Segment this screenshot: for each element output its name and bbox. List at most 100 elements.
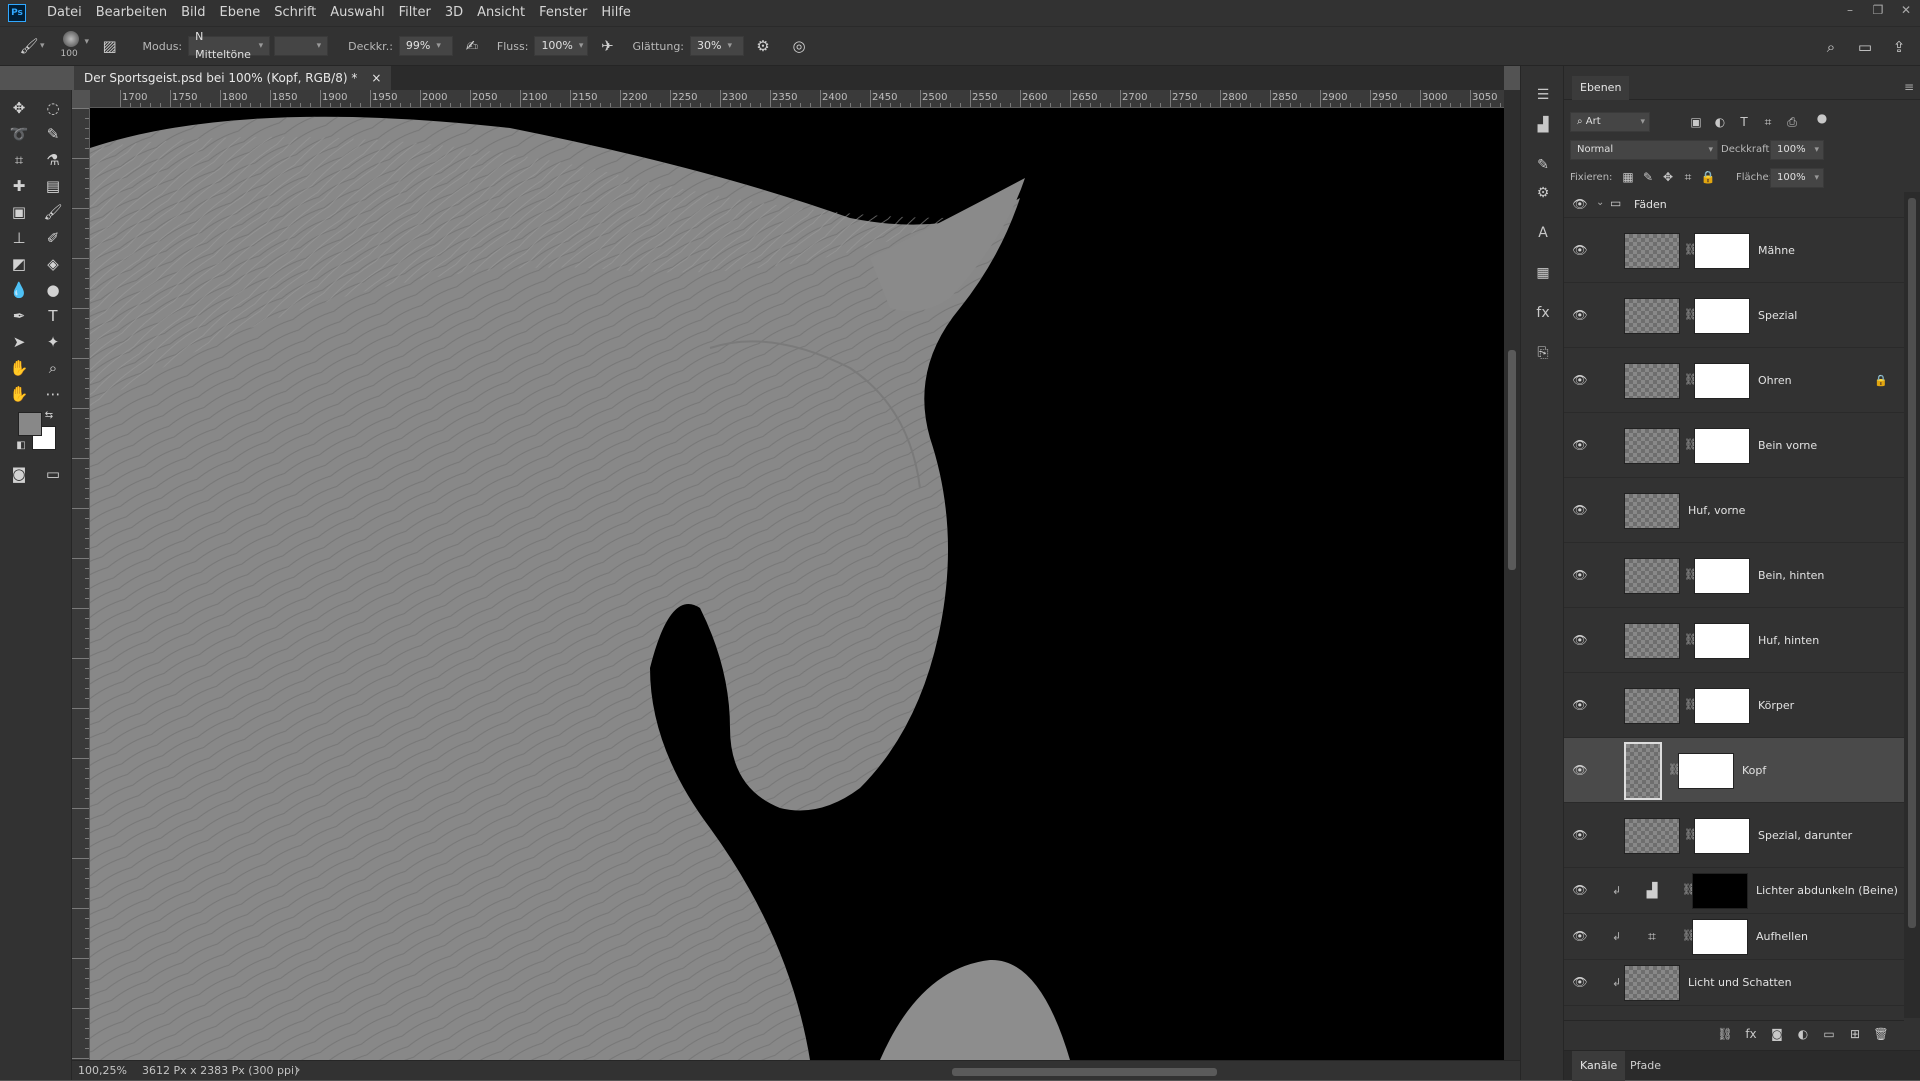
tab-pfade[interactable]: Pfade: [1622, 1051, 1669, 1081]
move-tool-icon[interactable]: ✥: [6, 96, 32, 120]
menu-bearbeiten[interactable]: Bearbeiten: [89, 0, 174, 26]
layer-mask-thumbnail[interactable]: [1692, 873, 1748, 909]
eraser-tool-icon[interactable]: ◩: [6, 252, 32, 276]
glaettung-field[interactable]: 30% ▾: [690, 36, 745, 56]
table-panel-icon[interactable]: ▦: [1532, 262, 1554, 284]
layer-row[interactable]: 👁 ⛓ Bein, hinten: [1564, 543, 1904, 608]
fx-icon[interactable]: fx: [1742, 1027, 1760, 1045]
menu-datei[interactable]: Datei: [40, 0, 89, 26]
histogram-panel-icon[interactable]: ▟: [1532, 114, 1554, 136]
learn-panel-icon[interactable]: ☰: [1532, 84, 1554, 106]
fluss-field[interactable]: 100% ▾: [534, 36, 589, 56]
eye-icon[interactable]: 👁: [1572, 243, 1588, 259]
vertical-scrollbar[interactable]: [1504, 90, 1520, 1060]
layer-thumbnail[interactable]: [1624, 688, 1680, 724]
tab-kanaele[interactable]: Kanäle: [1572, 1051, 1626, 1081]
layer-mask-thumbnail[interactable]: [1694, 688, 1750, 724]
marquee-tool-icon[interactable]: ◌: [40, 96, 66, 120]
lock-position-icon[interactable]: ✥: [1660, 169, 1676, 185]
filter-smart-object-icon[interactable]: ⎙: [1784, 114, 1800, 130]
eyedropper-tool-icon[interactable]: ⚗: [40, 148, 66, 172]
layer-mask-thumbnail[interactable]: [1694, 818, 1750, 854]
layer-mask-thumbnail[interactable]: [1694, 363, 1750, 399]
add-mask-icon[interactable]: ◙: [1768, 1027, 1786, 1045]
new-layer-icon[interactable]: ⊞: [1846, 1027, 1864, 1045]
layer-row[interactable]: 👁 ⛓ Bein vorne: [1564, 413, 1904, 478]
layer-thumbnail[interactable]: [1624, 363, 1680, 399]
restore-button[interactable]: ❐: [1864, 0, 1892, 20]
close-window-button[interactable]: ✕: [1892, 0, 1920, 20]
pressure-size-icon[interactable]: ◎: [788, 35, 810, 57]
layer-thumbnail[interactable]: [1624, 965, 1680, 1001]
eye-icon[interactable]: 👁: [1572, 929, 1588, 945]
brush-settings-panel-icon[interactable]: ✎: [1532, 154, 1554, 176]
gear-icon[interactable]: ⚙: [752, 35, 774, 57]
path-selection-tool-icon[interactable]: ➤: [6, 330, 32, 354]
layer-thumbnail[interactable]: [1624, 558, 1680, 594]
patch-tool-icon[interactable]: ▣: [6, 200, 32, 224]
eye-icon[interactable]: 👁: [1572, 568, 1588, 584]
opacity-field[interactable]: 100% ▾: [1770, 140, 1824, 160]
brush-tool-icon[interactable]: 🖌: [40, 200, 66, 224]
lock-image-icon[interactable]: ✎: [1640, 169, 1656, 185]
layer-group-row[interactable]: 👁 ⌄ ▭ Fäden: [1564, 192, 1904, 218]
pressure-opacity-icon[interactable]: ✍: [461, 35, 483, 57]
filter-pixel-icon[interactable]: ▣: [1688, 114, 1704, 130]
layer-row[interactable]: 👁 ⛓ Kopf: [1564, 738, 1904, 803]
filter-shape-icon[interactable]: ⌗: [1760, 114, 1776, 130]
eye-icon[interactable]: 👁: [1572, 373, 1588, 389]
search-icon[interactable]: ⌕: [1820, 36, 1842, 58]
eye-icon[interactable]: 👁: [1572, 828, 1588, 844]
workspace-icon[interactable]: ▭: [1854, 36, 1876, 58]
layers-scroll-thumb[interactable]: [1908, 198, 1916, 928]
chevron-down-icon[interactable]: ⌄: [1596, 197, 1604, 208]
menu-fenster[interactable]: Fenster: [532, 0, 594, 26]
layer-row[interactable]: 👁 ⛓ Huf, hinten: [1564, 608, 1904, 673]
layer-mask-thumbnail[interactable]: [1694, 233, 1750, 269]
paths-panel-icon[interactable]: ⎘: [1532, 342, 1554, 364]
eye-icon[interactable]: 👁: [1572, 438, 1588, 454]
layers-scrollbar[interactable]: [1904, 192, 1920, 1018]
menu-filter[interactable]: Filter: [392, 0, 438, 26]
menu-auswahl[interactable]: Auswahl: [323, 0, 391, 26]
eye-icon[interactable]: 👁: [1572, 763, 1588, 779]
panel-menu-icon[interactable]: ≡: [1904, 80, 1914, 94]
layer-row[interactable]: 👁 ⛓ Ohren 🔒: [1564, 348, 1904, 413]
crop-tool-icon[interactable]: ⌗: [6, 148, 32, 172]
pen-tool-icon[interactable]: ✒: [6, 304, 32, 328]
menu-3d[interactable]: 3D: [438, 0, 470, 26]
dodge-tool-icon[interactable]: ●: [40, 278, 66, 302]
eye-icon[interactable]: 👁: [1572, 308, 1588, 324]
brush-preset-picker[interactable]: 100 ▾: [55, 29, 95, 63]
horizontal-scroll-thumb[interactable]: [952, 1068, 1217, 1076]
clone-stamp-tool-icon[interactable]: ⊥: [6, 226, 32, 250]
layer-mask-thumbnail[interactable]: [1694, 558, 1750, 594]
menu-schrift[interactable]: Schrift: [267, 0, 323, 26]
layer-thumbnail[interactable]: [1624, 233, 1680, 269]
layer-mask-thumbnail[interactable]: [1694, 428, 1750, 464]
type-tool-icon[interactable]: T: [40, 304, 66, 328]
paint-bucket-tool-icon[interactable]: ◈: [40, 252, 66, 276]
layer-mask-thumbnail[interactable]: [1692, 919, 1748, 955]
more-tools-icon[interactable]: ⋯: [40, 382, 66, 406]
brush-settings-icon[interactable]: ▨: [99, 35, 121, 57]
status-arrow-icon[interactable]: ›: [296, 1063, 300, 1076]
layer-row[interactable]: 👁 Huf, vorne: [1564, 478, 1904, 543]
chevron-down-icon[interactable]: ▾: [40, 41, 45, 51]
layer-row[interactable]: 👁 ⛓ Mähne: [1564, 218, 1904, 283]
tab-ebenen[interactable]: Ebenen: [1572, 76, 1630, 100]
layer-row[interactable]: 👁 ↲ ▟ ⛓ Lichter abdunkeln (Beine): [1564, 868, 1904, 914]
deckkr-field[interactable]: 99% ▾: [398, 36, 453, 56]
layer-thumbnail[interactable]: [1624, 742, 1662, 800]
layer-thumbnail[interactable]: [1624, 818, 1680, 854]
layer-thumbnail[interactable]: [1624, 623, 1680, 659]
layer-thumbnail[interactable]: [1624, 298, 1680, 334]
filter-type-icon[interactable]: T: [1736, 114, 1752, 130]
share-icon[interactable]: ⇪: [1888, 36, 1910, 58]
layer-thumbnail[interactable]: [1624, 428, 1680, 464]
hand-tool-icon[interactable]: ✋: [6, 356, 32, 380]
layer-row[interactable]: 👁 ⛓ Spezial, darunter: [1564, 803, 1904, 868]
quick-selection-tool-icon[interactable]: ✎: [40, 122, 66, 146]
character-panel-icon[interactable]: A: [1532, 222, 1554, 244]
quick-mask-icon[interactable]: ◙: [6, 462, 32, 486]
